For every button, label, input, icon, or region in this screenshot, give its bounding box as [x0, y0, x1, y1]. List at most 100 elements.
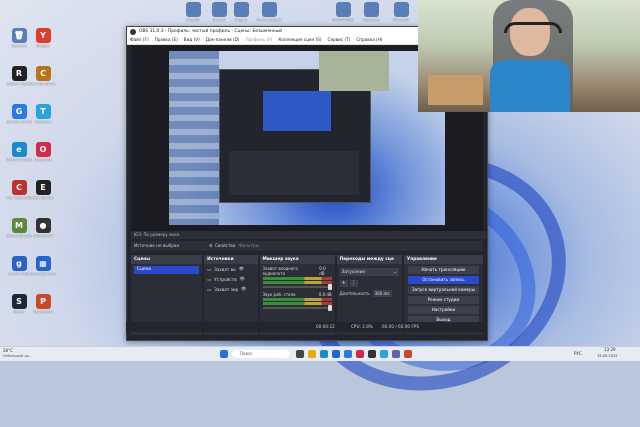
- desktop-icon[interactable]: Skriptin: [180, 2, 206, 22]
- window-title: OBS 31.0.3 - Профиль: чистый профиль - С…: [139, 29, 282, 34]
- menu-file[interactable]: Файл (F): [130, 36, 149, 44]
- slider-knob[interactable]: [327, 284, 332, 290]
- desktop-icon[interactable]: ▦ Microsoft Store: [30, 256, 56, 276]
- desktop-icon[interactable]: MMinecraft Launcher: [6, 218, 32, 238]
- app-icon: [261, 2, 277, 17]
- chrome-icon[interactable]: [344, 350, 352, 358]
- rec-time: 00:00:22: [316, 324, 335, 329]
- source-toolbar: Источник не выбран ⚙ Свойства Фильтры: [131, 241, 483, 251]
- menu-profile[interactable]: Профиль (P): [245, 36, 272, 44]
- transitions-header: Переходы между сце: [336, 255, 402, 264]
- file-explorer-icon[interactable]: [308, 350, 316, 358]
- fps-readout: 60.00 / 60.00 FPS: [382, 324, 419, 329]
- filters-button[interactable]: Фильтры: [239, 241, 259, 251]
- webcam-overlay: [418, 0, 640, 112]
- properties-button[interactable]: Свойства: [215, 241, 235, 251]
- menu-docks[interactable]: Док-панели (D): [206, 36, 240, 44]
- weather-temp[interactable]: 28°C: [3, 348, 13, 353]
- task-view-icon[interactable]: [296, 350, 304, 358]
- source-item[interactable]: ▭ Устройств 👁: [204, 274, 257, 284]
- desktop-icon[interactable]: 🗑 Корзина: [6, 28, 32, 48]
- menu-help[interactable]: Справка (H): [356, 36, 382, 44]
- virtual-camera-button[interactable]: Запуск виртуальной камеры: [407, 286, 479, 294]
- source-item[interactable]: ▭ Захват во 👁: [204, 264, 257, 274]
- volume-slider[interactable]: [262, 305, 332, 311]
- app-icon: 🗑: [11, 28, 27, 43]
- app-icon: T: [35, 104, 51, 119]
- desktop-icon[interactable]: P PowerPoint: [30, 294, 56, 314]
- desktop-icon[interactable]: ● OBS Studio: [30, 218, 56, 238]
- desktop-icon[interactable]: CCounter-Strike 2: [30, 66, 56, 86]
- teams-icon[interactable]: [392, 350, 400, 358]
- store-icon[interactable]: [332, 350, 340, 358]
- app-icon: E: [35, 180, 51, 195]
- desktop-icon-label: PowerPoint: [33, 310, 53, 314]
- eye-icon[interactable]: 👁: [240, 276, 245, 282]
- menu-tools[interactable]: Сервис (T): [328, 36, 351, 44]
- language-indicator[interactable]: РУС: [574, 351, 582, 356]
- duration-row: Длительность 300 ms: [340, 290, 399, 297]
- edge-icon[interactable]: [320, 350, 328, 358]
- desktop-icon[interactable]: R Roblox Player: [6, 66, 32, 86]
- clock-date[interactable]: 19.05.2025: [597, 354, 618, 358]
- duration-input[interactable]: 300 ms: [372, 290, 392, 297]
- desktop-icon[interactable]: Microsoft: [388, 2, 414, 22]
- eye-icon[interactable]: 👁: [241, 286, 246, 292]
- source-item[interactable]: ▭ Захват экр 👁: [204, 284, 257, 294]
- mixer-channel: Звук раб. стола 0.0 dB: [260, 290, 335, 311]
- desktop-icon[interactable]: G Google Chrome: [6, 104, 32, 124]
- gear-icon: ⚙: [209, 243, 213, 248]
- desktop-icon[interactable]: ExtremeInject: [256, 2, 282, 22]
- desktop-icon[interactable]: Stoppe: [228, 2, 254, 22]
- chevron-down-icon: ⌄: [393, 269, 397, 274]
- desktop-icon[interactable]: g Garry's Mod: [6, 256, 32, 276]
- desktop-icon-label: Epic Games: [32, 196, 54, 200]
- channel-db: 0.0 dB: [318, 292, 332, 297]
- eye-icon[interactable]: 👁: [239, 266, 244, 272]
- desktop-icon-label: Stoppe: [234, 18, 248, 22]
- volume-meter: [262, 281, 332, 284]
- headset-icon: [504, 22, 562, 33]
- recursive-preview-image: [169, 51, 445, 225]
- obs-taskbar-icon[interactable]: [368, 350, 376, 358]
- start-icon[interactable]: [220, 350, 228, 358]
- desktop-icon[interactable]: S Steam: [6, 294, 32, 314]
- menu-scene-collection[interactable]: Коллекция сцен (S): [278, 36, 321, 44]
- powerpoint-icon[interactable]: [404, 350, 412, 358]
- clock-time[interactable]: 13:29: [604, 347, 616, 352]
- desktop-icon-label: OBS Studio: [32, 234, 54, 238]
- channel-name: Звук раб. стола: [262, 292, 296, 297]
- menu-edit[interactable]: Правка (E): [155, 36, 178, 44]
- start-streaming-button[interactable]: Начать трансляцию: [407, 266, 479, 274]
- desktop-icon[interactable]: Y Яндекс: [30, 28, 56, 48]
- menu-view[interactable]: Вид (V): [184, 36, 200, 44]
- desktop-icon-label: Counter-Strike 2: [30, 82, 56, 86]
- desktop-icon[interactable]: T Telegram: [30, 104, 56, 124]
- desktop-icon[interactable]: e Microsoft Edge: [6, 142, 32, 162]
- desktop-icon-label: 0000000ВК: [332, 18, 354, 22]
- app-icon: g: [11, 256, 27, 271]
- volume-slider[interactable]: [262, 284, 332, 290]
- controls-header: Управление: [403, 255, 483, 264]
- desktop-icon[interactable]: E Epic Games: [30, 180, 56, 200]
- desktop-icon[interactable]: 0000000ВК: [330, 2, 356, 22]
- desktop-icon-label: Яндекс: [36, 44, 50, 48]
- telegram-icon[interactable]: [380, 350, 388, 358]
- transition-menu-button[interactable]: ⋮: [349, 280, 358, 287]
- add-transition-button[interactable]: +: [339, 280, 348, 287]
- desktop-icon[interactable]: O Opera GX: [30, 142, 56, 162]
- desktop-icon[interactable]: Проекты: [358, 2, 384, 22]
- studio-mode-button[interactable]: Режим студии: [407, 296, 479, 304]
- slider-knob[interactable]: [327, 305, 332, 311]
- weather-desc: Небольшой до...: [3, 354, 33, 358]
- app-icon: M: [11, 218, 27, 233]
- search-input[interactable]: Поиск: [232, 350, 290, 358]
- desktop-icon[interactable]: CThe Crew Motorfest: [6, 180, 32, 200]
- settings-button[interactable]: Настройки: [407, 306, 479, 314]
- stop-recording-button[interactable]: Остановить запись: [407, 276, 479, 284]
- opera-icon[interactable]: [356, 350, 364, 358]
- app-icon: O: [35, 142, 51, 157]
- transition-select[interactable]: Затухание ⌄: [339, 268, 399, 276]
- scene-item[interactable]: Сцена: [134, 266, 200, 274]
- desktop-icon-label: Garry's Mod: [8, 272, 30, 276]
